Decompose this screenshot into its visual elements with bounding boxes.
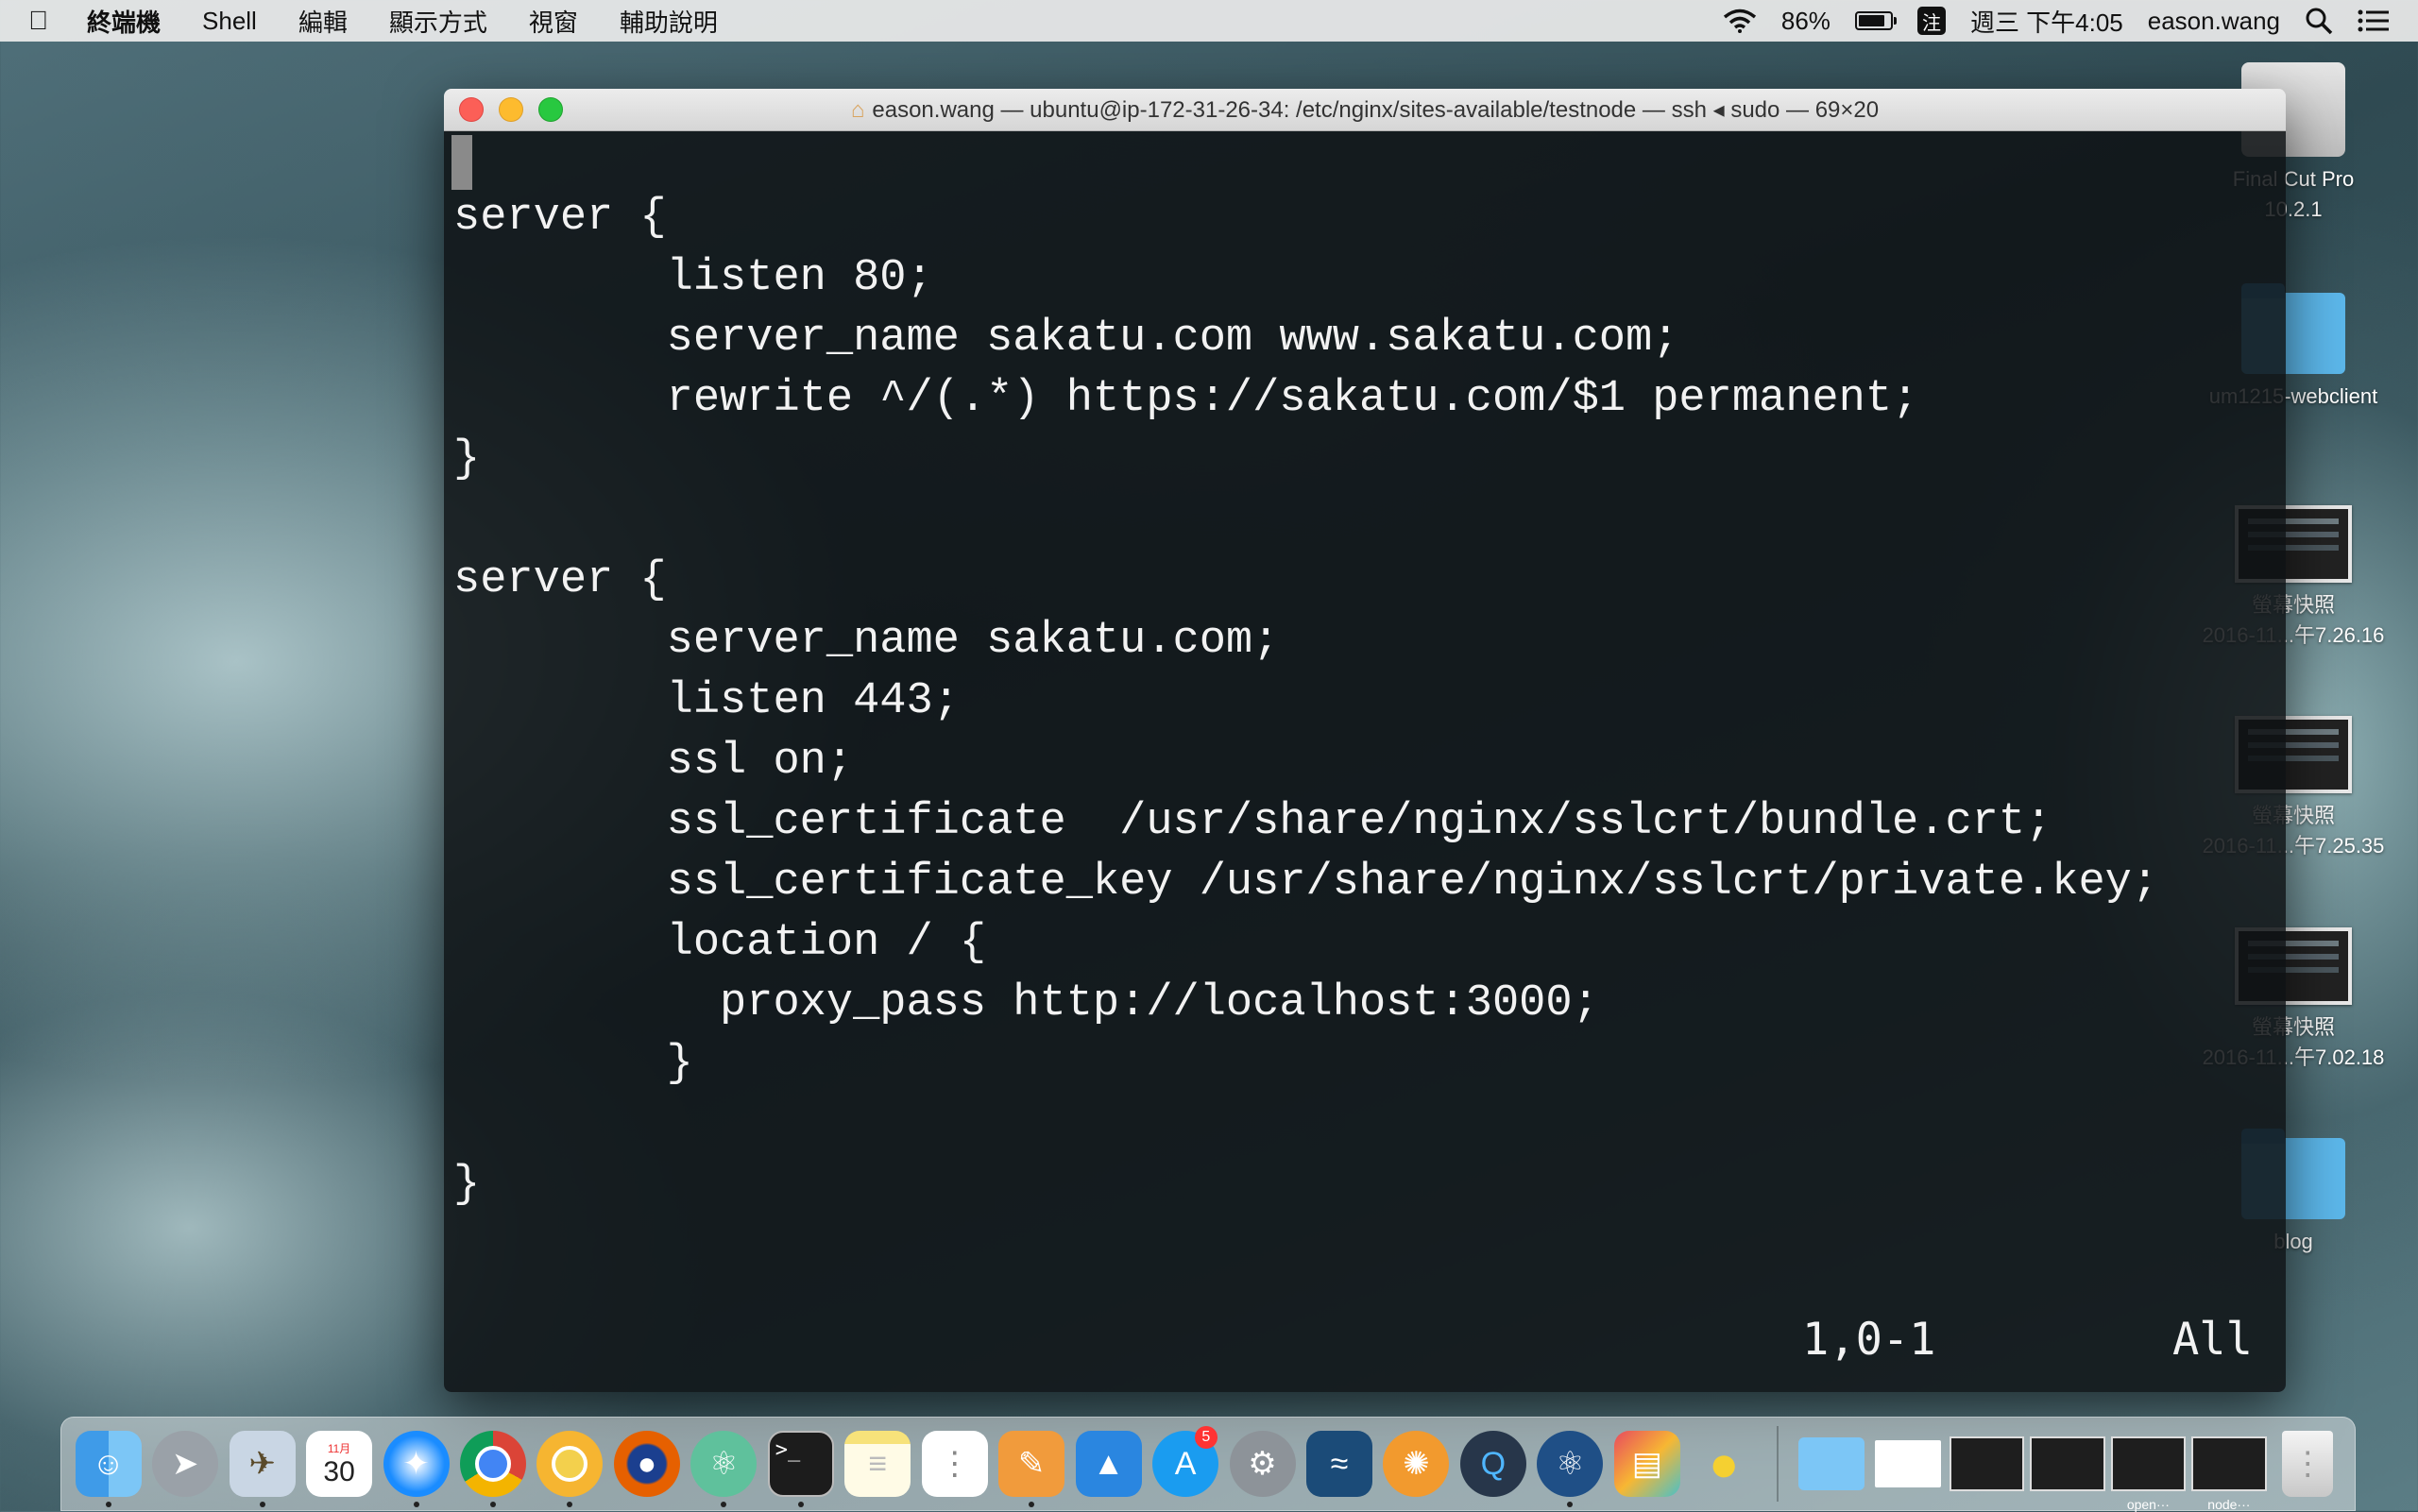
battery-level <box>1858 15 1884 26</box>
spotlight-icon[interactable] <box>2305 7 2333 35</box>
terminal-icon: >_ <box>767 1431 834 1497</box>
rocket-icon: ➤ <box>152 1431 219 1497</box>
dock-final-cut[interactable]: ▤ <box>1611 1426 1682 1502</box>
trash-icon: ⋮ <box>2282 1431 2334 1497</box>
vim-cursor-position: 1,0-1 <box>1802 1314 1936 1366</box>
running-indicator <box>413 1502 419 1507</box>
compass-icon: ✦ <box>383 1431 450 1497</box>
dock-minimized-window-1[interactable] <box>1872 1426 1943 1502</box>
dock-separator <box>1776 1426 1779 1502</box>
pages-icon: ✎ <box>998 1431 1065 1497</box>
wifi-icon[interactable] <box>1723 8 1757 33</box>
gear-icon: ⚙ <box>1229 1431 1296 1497</box>
dock-chrome-canary[interactable] <box>535 1426 605 1507</box>
dock-sourcetree[interactable]: ⚛ <box>1535 1426 1606 1507</box>
firefox-icon: ● <box>613 1431 680 1497</box>
dock-trash[interactable]: ⋮ <box>2273 1426 2343 1502</box>
running-indicator <box>1567 1502 1574 1507</box>
dock-preview[interactable]: ✈ <box>227 1426 298 1507</box>
window-title-text: eason.wang — ubuntu@ip-172-31-26-34: /et… <box>872 96 1880 123</box>
dock: ☺ ➤ ✈ 11月 30 ✦ ● ⚛ >_ ≡ ⋮ ✎ ▲ A 5 ⚙ ≈ ✺ … <box>60 1417 2356 1512</box>
dock-calendar[interactable]: 11月 30 <box>303 1426 374 1502</box>
apple-menu-icon[interactable]:  <box>28 6 66 36</box>
sourcetree-icon: ⚛ <box>1537 1431 1604 1497</box>
atom-icon: ⚛ <box>690 1431 758 1497</box>
blimp-icon: ✺ <box>1383 1431 1450 1497</box>
calendar-day: 30 <box>323 1455 355 1487</box>
duck-icon: ● <box>1708 1436 1740 1492</box>
menu-user[interactable]: eason.wang <box>2148 7 2280 36</box>
menu-clock[interactable]: 週三 下午4:05 <box>1970 4 2123 39</box>
keynote-icon: ▲ <box>1075 1431 1142 1497</box>
dock-app-store[interactable]: A 5 <box>1149 1426 1220 1502</box>
dock-atom[interactable]: ⚛ <box>689 1426 759 1507</box>
terminal-screen[interactable]: server { listen 80; server_name sakatu.c… <box>444 131 2286 1392</box>
menu-bar:  終端機 Shell 編輯 顯示方式 視窗 輔助說明 86% 注 週三 下午4… <box>0 0 2418 42</box>
terminal-titlebar[interactable]: ⌂ eason.wang — ubuntu@ip-172-31-26-34: /e… <box>444 89 2286 131</box>
menu-help[interactable]: 輔助說明 <box>599 4 739 39</box>
vim-scroll-indicator: All <box>2172 1314 2253 1366</box>
dock-notes[interactable]: ≡ <box>843 1426 913 1502</box>
chrome-icon <box>459 1431 526 1497</box>
dock-mysql-workbench[interactable]: ≈ <box>1303 1426 1374 1502</box>
dock-reminders[interactable]: ⋮ <box>919 1426 990 1502</box>
vim-buffer[interactable]: server { listen 80; server_name sakatu.c… <box>453 188 2158 1215</box>
calendar-month: 11月 <box>327 1441 351 1455</box>
chrome-canary-icon <box>536 1431 604 1497</box>
notes-icon: ≡ <box>844 1431 911 1497</box>
dock-transmit[interactable]: ✺ <box>1381 1426 1452 1502</box>
dock-safari[interactable]: ✦ <box>381 1426 451 1507</box>
running-indicator <box>567 1502 573 1507</box>
notification-center-icon[interactable] <box>2358 8 2390 33</box>
dock-keynote[interactable]: ▲ <box>1073 1426 1144 1502</box>
dock-firefox[interactable]: ● <box>611 1426 682 1502</box>
dock-system-preferences[interactable]: ⚙ <box>1227 1426 1298 1502</box>
home-folder-icon: ⌂ <box>850 96 865 123</box>
dock-quicktime[interactable]: Q <box>1457 1426 1528 1502</box>
dock-minimized-window-2[interactable] <box>1949 1436 2025 1491</box>
menu-app-terminal[interactable]: 終端機 <box>66 4 181 39</box>
folder-icon <box>1797 1437 1865 1490</box>
dolphin-icon: ≈ <box>1305 1431 1372 1497</box>
battery-percent: 86% <box>1780 6 1831 35</box>
running-indicator <box>489 1502 496 1507</box>
dock-launchpad[interactable]: ➤ <box>149 1426 220 1502</box>
battery-icon[interactable] <box>1854 11 1897 30</box>
dock-pages[interactable]: ✎ <box>996 1426 1066 1507</box>
dock-thumb-label: node··· <box>2207 1497 2251 1512</box>
running-indicator <box>259 1502 265 1507</box>
dock-minimized-window-4[interactable]: open··· <box>2110 1436 2187 1512</box>
quicktime-icon: Q <box>1459 1431 1526 1497</box>
window-thumbnail-icon <box>1875 1440 1942 1487</box>
dock-minimized-window-3[interactable] <box>2030 1436 2105 1491</box>
running-indicator <box>797 1502 804 1507</box>
dock-minimized-window-5[interactable]: node··· <box>2191 1436 2267 1512</box>
dock-finder[interactable]: ☺ <box>73 1426 144 1507</box>
calendar-icon: 11月 30 <box>306 1431 373 1497</box>
window-title: ⌂ eason.wang — ubuntu@ip-172-31-26-34: /e… <box>444 96 2286 124</box>
running-indicator <box>1029 1502 1035 1507</box>
menu-shell[interactable]: Shell <box>181 7 278 36</box>
menu-view[interactable]: 顯示方式 <box>368 4 508 39</box>
reminders-icon: ⋮ <box>921 1431 988 1497</box>
dock-thumb-label: open··· <box>2126 1497 2170 1512</box>
dock-cyberduck[interactable]: ● <box>1689 1426 1760 1502</box>
photo-icon: ✈ <box>229 1431 296 1497</box>
dock-downloads-folder[interactable] <box>1796 1426 1866 1502</box>
terminal-window[interactable]: ⌂ eason.wang — ubuntu@ip-172-31-26-34: /e… <box>444 89 2286 1392</box>
text-cursor <box>451 135 472 190</box>
dock-terminal[interactable]: >_ <box>765 1426 836 1507</box>
running-indicator <box>105 1502 111 1507</box>
app-store-update-badge: 5 <box>1194 1426 1218 1449</box>
menu-window[interactable]: 視窗 <box>508 4 599 39</box>
dock-chrome[interactable] <box>457 1426 528 1507</box>
finder-icon: ☺ <box>75 1431 142 1497</box>
clapperboard-icon: ▤ <box>1613 1431 1680 1497</box>
input-method-icon[interactable]: 注 <box>1916 7 1946 35</box>
running-indicator <box>721 1502 727 1507</box>
menu-edit[interactable]: 編輯 <box>278 4 368 39</box>
